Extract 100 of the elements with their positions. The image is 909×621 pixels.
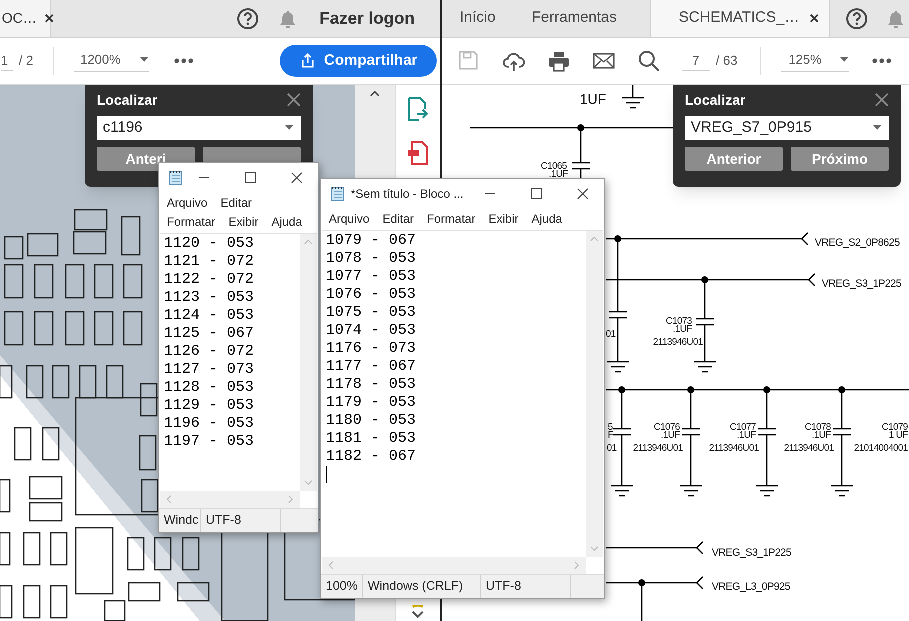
ground-symbol <box>755 485 779 497</box>
component-label: .1UF <box>549 169 568 180</box>
find-field[interactable]: c1196 <box>97 116 301 140</box>
more-icon[interactable] <box>174 58 194 64</box>
component-label: 5 <box>608 422 613 433</box>
text-line: 1121 - 072 <box>164 253 256 271</box>
cloud-upload-icon[interactable] <box>503 50 525 72</box>
notepad-icon <box>331 186 345 202</box>
menu-item[interactable]: Ajuda <box>532 210 562 228</box>
caret-icon[interactable] <box>873 125 883 131</box>
find-value: VREG_S7_0P915 <box>691 118 812 138</box>
menu-item[interactable]: Arquivo <box>167 194 208 212</box>
menu-item[interactable]: Formatar <box>167 212 216 230</box>
component-label: .1UF <box>661 430 680 441</box>
net-label: VREG_S3_1P225 <box>822 278 902 290</box>
capacitor-symbol <box>571 162 591 170</box>
ground-symbol <box>606 361 630 373</box>
maximize-icon[interactable] <box>245 172 257 184</box>
page-number-field[interactable]: 1 <box>1 50 13 72</box>
capacitor-symbol <box>695 318 715 326</box>
help-icon[interactable] <box>846 8 868 30</box>
find-title: Localizar <box>685 90 746 110</box>
find-field[interactable]: VREG_S7_0P915 <box>685 116 889 140</box>
status-text: UTF-8 <box>486 578 522 596</box>
maximize-icon[interactable] <box>531 188 543 200</box>
text-line: 1074 - 053 <box>326 322 418 340</box>
text-line: 1122 - 072 <box>164 271 256 289</box>
capacitor-symbol <box>608 311 628 319</box>
text-line: 1120 - 053 <box>164 235 256 253</box>
wire <box>621 435 623 486</box>
junction-dot <box>688 386 694 394</box>
ground-symbol <box>679 485 703 497</box>
caret-icon[interactable] <box>140 57 150 62</box>
menu-item[interactable]: Arquivo <box>329 210 370 228</box>
tab[interactable]: SCHEMATICS_… <box>650 0 830 37</box>
component-label: .1UF <box>673 324 692 335</box>
component-label: C1065 <box>541 161 567 172</box>
text-line: 1128 - 053 <box>164 379 256 397</box>
more-icon[interactable] <box>872 58 892 64</box>
menu-item[interactable]: Editar <box>220 194 252 212</box>
text-line: 1078 - 053 <box>326 250 418 268</box>
menu-item[interactable]: Ajuda <box>272 212 302 230</box>
mail-icon[interactable] <box>593 50 615 72</box>
close-icon[interactable] <box>45 14 54 23</box>
component-label: 2113946U01 <box>653 337 703 348</box>
sign-in-link[interactable]: Fazer logon <box>320 6 415 32</box>
menu-item[interactable]: Exibir <box>228 212 259 230</box>
component-label: 01 <box>606 329 616 340</box>
text-line: 1127 - 073 <box>164 361 256 379</box>
text-line: 1181 - 053 <box>326 430 418 448</box>
wire <box>690 435 692 486</box>
export-file-icon[interactable] <box>407 97 429 121</box>
wire <box>766 435 768 486</box>
zoom-dropdown[interactable]: 1200% <box>74 50 150 72</box>
scroll-up-icon[interactable] <box>370 91 380 97</box>
close-icon[interactable] <box>810 14 819 23</box>
capacitor-symbol <box>757 428 777 436</box>
text-line: 1125 - 067 <box>164 325 256 343</box>
component-label: 2113946U01 <box>633 443 683 454</box>
component-label: 01 <box>607 443 617 454</box>
menu-item[interactable]: Exibir <box>488 210 519 228</box>
text-line: 1182 - 067 <box>326 448 418 466</box>
junction-dot <box>618 386 626 394</box>
page-number-field[interactable]: 7 <box>682 50 710 72</box>
close-icon[interactable] <box>291 172 303 184</box>
caret-icon[interactable] <box>840 57 849 62</box>
zoom-dropdown[interactable]: 125% <box>780 50 849 72</box>
find-title: Localizar <box>97 90 158 110</box>
junction-dot <box>614 236 622 242</box>
text-line: 1176 - 073 <box>326 340 418 358</box>
help-icon[interactable] <box>236 8 259 30</box>
component-label: .1UF <box>812 430 831 441</box>
capacitor-symbol <box>612 428 632 436</box>
text-line: 1126 - 072 <box>164 343 256 361</box>
close-icon[interactable] <box>577 188 589 200</box>
status-text: UTF-8 <box>206 512 242 530</box>
printer-icon[interactable] <box>548 50 570 72</box>
document-tab[interactable]: OC… <box>0 0 51 37</box>
share-button[interactable]: Compartilhar <box>280 45 438 77</box>
zoom-value: 1200% <box>80 50 121 69</box>
status-text: Windc <box>164 512 199 530</box>
component-label: C1077 <box>730 422 756 433</box>
notepad-icon <box>169 170 183 186</box>
pdf-file-icon[interactable] <box>407 141 429 165</box>
net-label: VREG_L3_0P925 <box>712 581 790 593</box>
junction-dot <box>838 386 846 394</box>
caret-icon[interactable] <box>285 125 295 131</box>
search-icon[interactable] <box>638 50 660 72</box>
ground-symbol <box>621 97 645 109</box>
wire <box>841 435 843 486</box>
status-text: Windows (CRLF) <box>368 578 464 596</box>
menu-item[interactable]: Formatar <box>427 210 476 228</box>
menu-item[interactable]: Editar <box>382 210 414 228</box>
net-label: VREG_S2_0P8625 <box>815 237 900 249</box>
wire <box>617 318 619 362</box>
text-line: 1075 - 053 <box>326 304 418 322</box>
text-line: 1129 - 053 <box>164 397 256 415</box>
collapse-icon[interactable] <box>410 605 426 619</box>
text-line: 1077 - 053 <box>326 268 418 286</box>
status-text: 100% <box>326 578 358 596</box>
